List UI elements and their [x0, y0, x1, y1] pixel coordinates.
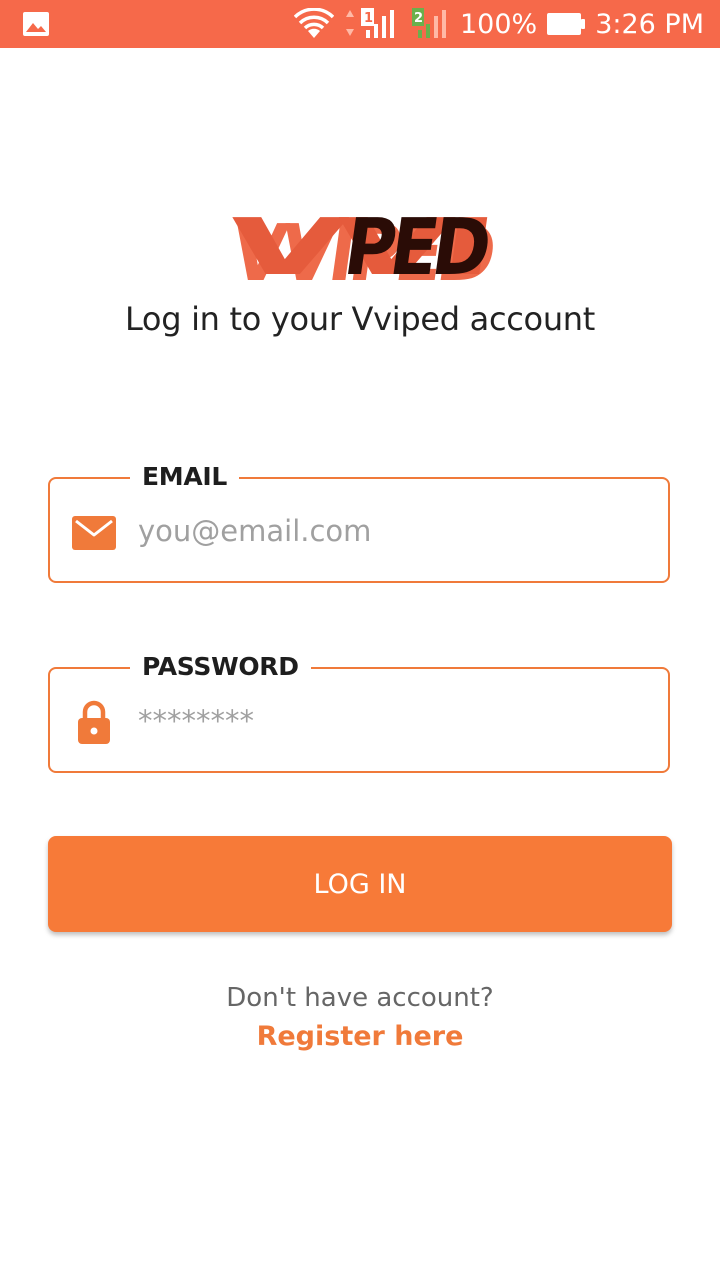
svg-text:PED: PED: [339, 202, 493, 290]
email-label: EMAIL: [130, 459, 240, 495]
status-right: 1 2 100% 3:26 PM: [294, 0, 704, 48]
signal-icon-sim2: 2: [412, 8, 446, 38]
battery-icon: [547, 13, 586, 35]
wifi-icon: [294, 8, 334, 38]
lock-icon: [78, 700, 110, 744]
password-input[interactable]: [138, 695, 638, 747]
register-link[interactable]: Register here: [0, 1021, 720, 1052]
vviped-logo: VVIPED VVI PED: [222, 202, 498, 290]
mail-icon: [72, 516, 116, 550]
email-field-container: EMAIL: [48, 459, 670, 583]
status-bar: 1 2 100% 3:26 PM: [0, 0, 720, 48]
battery-percent: 100%: [460, 8, 538, 40]
email-input[interactable]: [138, 505, 638, 557]
svg-text:2: 2: [414, 11, 423, 26]
gallery-icon: [23, 12, 49, 36]
svg-text:1: 1: [364, 11, 373, 26]
page-subtitle: Log in to your Vviped account: [124, 300, 596, 338]
password-label: PASSWORD: [130, 649, 311, 685]
status-time: 3:26 PM: [595, 8, 704, 40]
login-screen: 1 2 100% 3:26 PM VVIPED VVI PED Log in t…: [0, 0, 720, 1280]
no-account-text: Don't have account?: [226, 983, 494, 1013]
password-field-container: PASSWORD: [48, 649, 670, 773]
login-button[interactable]: LOG IN: [48, 836, 672, 932]
signal-icon-sim1: 1: [346, 8, 394, 38]
